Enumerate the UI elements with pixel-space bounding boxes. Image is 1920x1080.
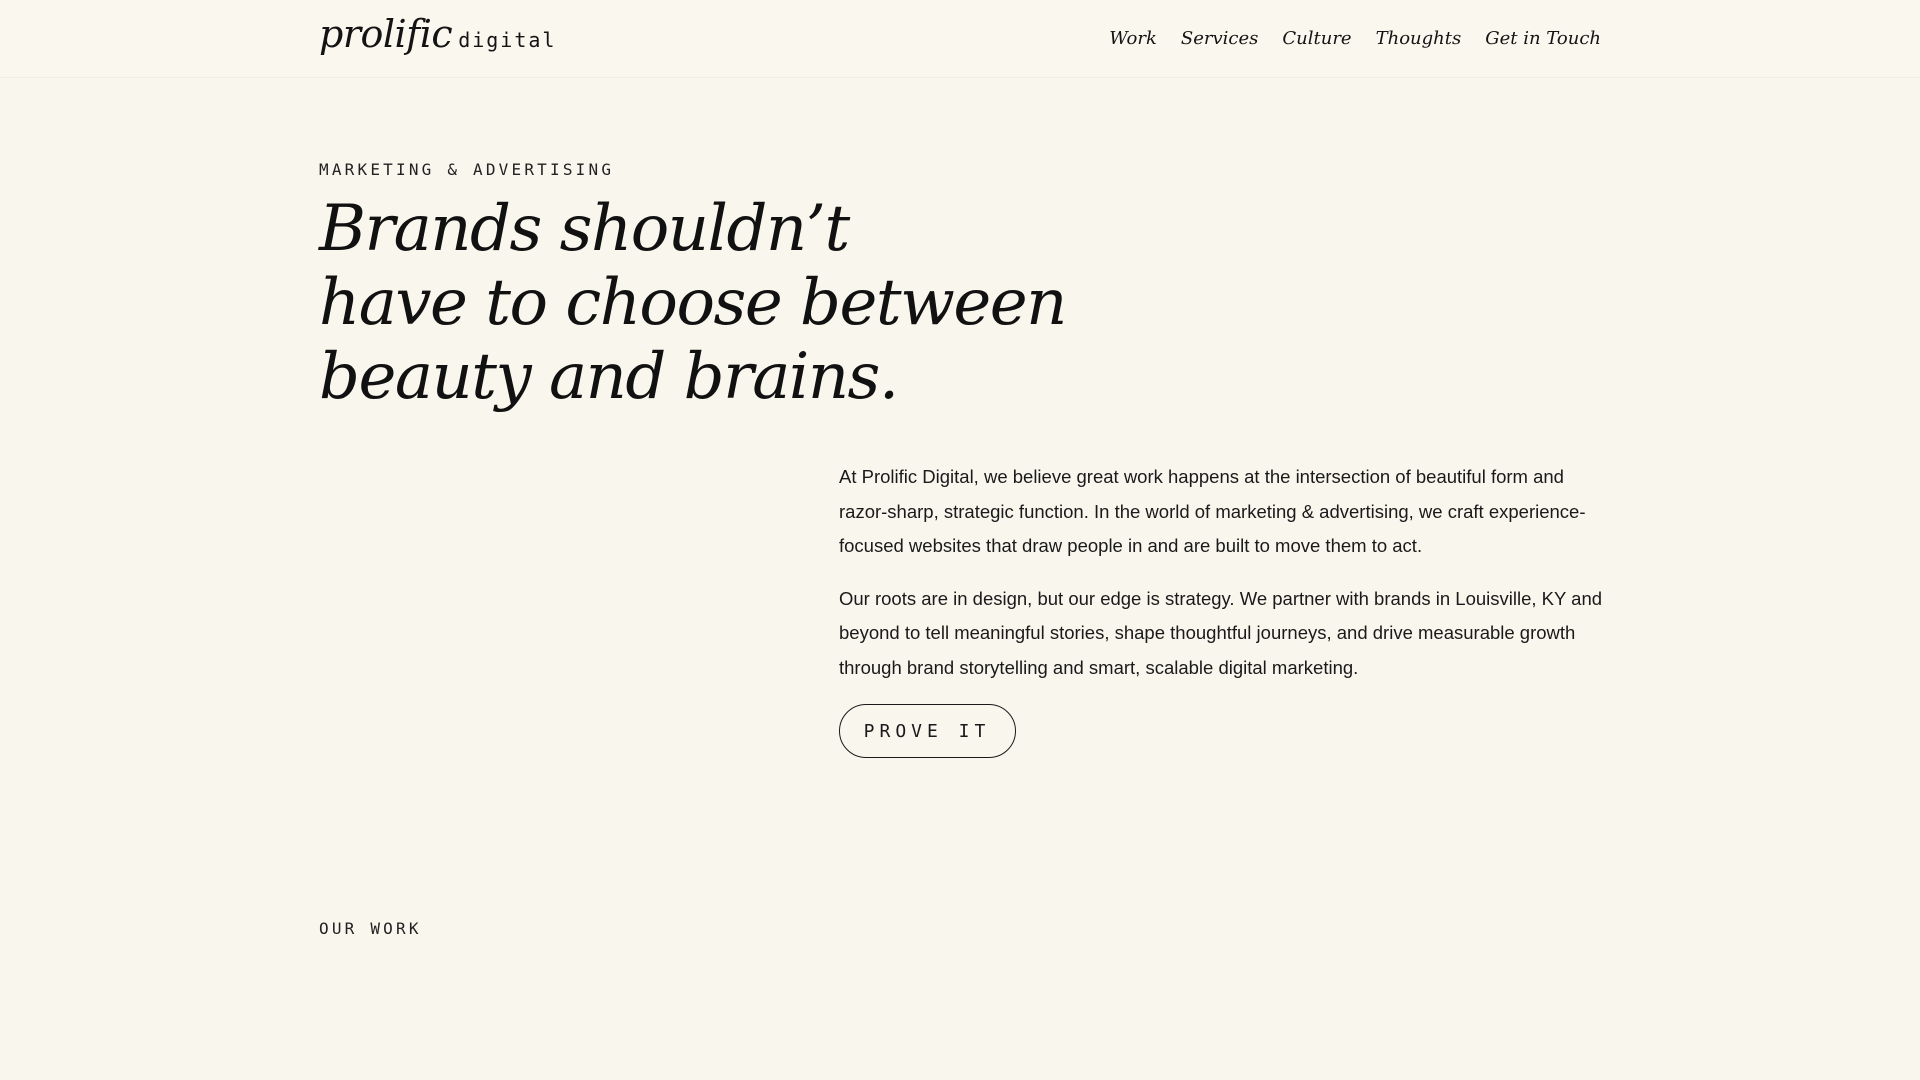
logo-wordmark: prolific: [319, 12, 453, 56]
logo-subtitle: digital: [458, 28, 557, 52]
hero-body-copy: At Prolific Digital, we believe great wo…: [839, 460, 1609, 703]
our-work-label: OUR WORK: [319, 919, 422, 938]
headline-line-2: have to choose between: [319, 266, 1067, 340]
nav-link-work[interactable]: Work: [1109, 24, 1157, 54]
hero-paragraph-2: Our roots are in design, but our edge is…: [839, 587, 1603, 678]
hero-headline: Brands shouldn’t have to choose between …: [319, 192, 1079, 414]
prove-it-button[interactable]: PROVE IT: [839, 704, 1016, 758]
logo-link[interactable]: prolific digital: [319, 10, 556, 64]
hero-paragraph-1: At Prolific Digital, we believe great wo…: [839, 466, 1586, 556]
nav-link-get-in-touch[interactable]: Get in Touch: [1485, 24, 1601, 54]
headline-line-3: beauty and brains.: [319, 340, 899, 414]
nav-link-thoughts[interactable]: Thoughts: [1376, 24, 1462, 54]
nav-link-culture[interactable]: Culture: [1282, 24, 1351, 54]
hero-eyebrow: MARKETING & ADVERTISING: [319, 160, 615, 179]
headline-line-1: Brands shouldn’t: [319, 192, 850, 266]
main-nav: Work Services Culture Thoughts Get in To…: [1109, 24, 1601, 54]
site-header: prolific digital Work Services Culture T…: [0, 0, 1920, 78]
nav-link-services[interactable]: Services: [1181, 24, 1258, 54]
